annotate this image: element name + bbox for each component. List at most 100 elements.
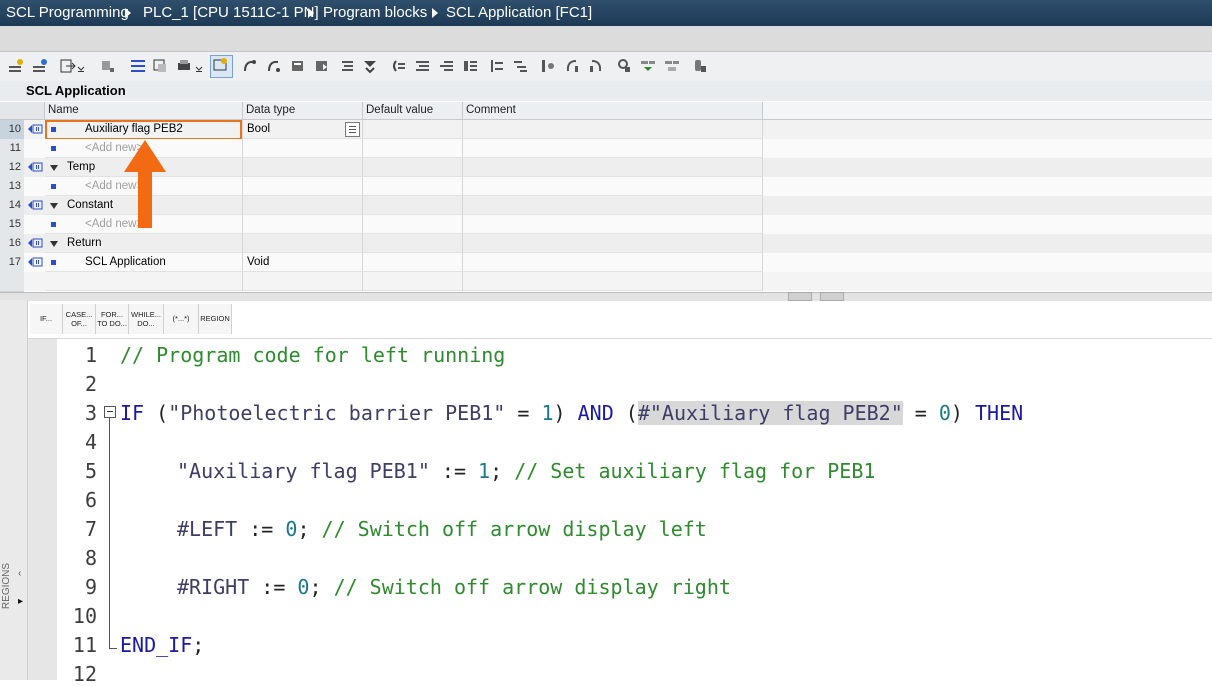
interface-table: Name Data type Default value Comment 10 … <box>0 102 1212 292</box>
default-value-cell[interactable] <box>363 234 463 253</box>
table-row[interactable]: 17 SCL Application Void <box>0 253 1212 273</box>
snippet-if-button[interactable]: IF... <box>30 304 63 334</box>
fold-collapse-icon[interactable] <box>104 406 116 418</box>
comment-cell[interactable] <box>463 177 763 196</box>
comment-out-icon[interactable] <box>390 58 406 74</box>
breadcrumb-item-program-blocks[interactable]: Program blocks <box>323 4 427 21</box>
scl-code-editor[interactable]: 1 2 3 4 5 6 7 8 9 10 11 12 // Program co… <box>57 339 1212 686</box>
table-row[interactable]: 15 <Add new> <box>0 215 1212 235</box>
default-value-cell[interactable] <box>363 253 463 272</box>
snippet-case-button[interactable]: CASE... OF... <box>63 304 96 334</box>
code-line-7: #LEFT := 0; // Switch off arrow display … <box>177 517 707 541</box>
row-number: 10 <box>0 120 24 140</box>
breadcrumb-item-block[interactable]: SCL Application [FC1] <box>446 4 592 21</box>
go-back-icon[interactable] <box>266 58 282 74</box>
table-row[interactable]: 13 <Add new> <box>0 177 1212 197</box>
breadcrumb-item-project[interactable]: SCL Programming <box>6 4 129 21</box>
export-icon[interactable] <box>60 58 76 74</box>
bookmark-icon[interactable] <box>290 58 306 74</box>
regions-label: REGIONS <box>1 562 12 610</box>
format-icon[interactable] <box>512 58 528 74</box>
uncomment-icon[interactable] <box>414 58 430 74</box>
decrease-indent-icon[interactable] <box>438 58 454 74</box>
column-header-data-type[interactable]: Data type <box>243 102 363 120</box>
name-cell[interactable]: Return <box>45 234 243 253</box>
regions-side-panel[interactable]: ‹ ▸ <box>0 300 28 680</box>
code-line-11: END_IF; <box>120 633 205 657</box>
default-value-cell[interactable] <box>363 139 463 158</box>
data-type-cell[interactable] <box>243 215 363 234</box>
bookmark-next-icon[interactable] <box>314 58 330 74</box>
printer-icon[interactable] <box>176 58 192 74</box>
dropdown-arrow-icon[interactable] <box>194 58 210 74</box>
line-number: 6 <box>84 488 97 512</box>
snippet-comment-button[interactable]: (*...*) <box>164 304 199 334</box>
comment-cell[interactable] <box>463 234 763 253</box>
data-type-cell[interactable] <box>243 177 363 196</box>
default-value-cell[interactable] <box>363 215 463 234</box>
splitter-up-icon[interactable] <box>788 292 812 304</box>
auto-indent-icon[interactable] <box>488 58 504 74</box>
watch-table-icon[interactable] <box>640 58 656 74</box>
step-forward-icon[interactable] <box>588 58 604 74</box>
data-type-cell[interactable] <box>243 139 363 158</box>
step-back-icon[interactable] <box>564 58 580 74</box>
chevron-right-icon <box>308 8 314 18</box>
default-value-cell[interactable] <box>363 196 463 215</box>
column-header-name[interactable]: Name <box>45 102 243 120</box>
monitoring-icon[interactable] <box>616 58 632 74</box>
indent-icon[interactable] <box>338 58 354 74</box>
list-view-icon[interactable] <box>130 58 146 74</box>
editor-toolbar <box>0 52 1212 82</box>
data-type-cell[interactable]: Void <box>243 253 363 272</box>
expand-left-icon[interactable]: ‹ <box>18 568 26 582</box>
line-number: 9 <box>84 575 97 599</box>
insert-row-icon[interactable] <box>8 58 24 74</box>
expand-right-icon[interactable]: ▸ <box>18 596 26 610</box>
column-header-default-value[interactable]: Default value <box>363 102 463 120</box>
data-type-cell[interactable] <box>243 158 363 177</box>
download-icon[interactable] <box>692 58 708 74</box>
compare-icon[interactable] <box>152 58 168 74</box>
data-type-cell[interactable] <box>243 196 363 215</box>
column-header-comment[interactable]: Comment <box>463 102 763 120</box>
table-row[interactable]: 11 <Add new> <box>0 139 1212 159</box>
data-type-cell[interactable]: Bool <box>243 120 363 139</box>
table-row[interactable]: 12 Temp <box>0 158 1212 178</box>
line-number: 12 <box>72 662 97 686</box>
absolute-access-toggle-icon[interactable] <box>210 55 233 78</box>
dropdown-arrow-icon[interactable] <box>76 58 92 74</box>
snippet-while-button[interactable]: WHILE... DO... <box>129 304 164 334</box>
table-row[interactable]: 14 Constant <box>0 196 1212 216</box>
data-type-picker-icon[interactable] <box>345 122 360 137</box>
breakpoint-icon[interactable] <box>540 58 556 74</box>
splitter-down-icon[interactable] <box>820 292 844 304</box>
code-line-9: #RIGHT := 0; // Switch off arrow display… <box>177 575 731 599</box>
add-row-icon[interactable] <box>32 58 48 74</box>
comment-cell[interactable] <box>463 139 763 158</box>
default-value-cell[interactable] <box>363 158 463 177</box>
increase-indent-icon[interactable] <box>462 58 478 74</box>
comment-cell[interactable] <box>463 215 763 234</box>
default-value-cell[interactable] <box>363 120 463 139</box>
breadcrumb-item-plc[interactable]: PLC_1 [CPU 1511C-1 PN] <box>143 4 319 21</box>
comment-cell[interactable] <box>463 253 763 272</box>
section-icon <box>28 162 43 172</box>
go-to-icon[interactable] <box>242 58 258 74</box>
snippet-for-button[interactable]: FOR... TO DO... <box>96 304 129 334</box>
collapse-all-icon[interactable] <box>362 58 378 74</box>
comment-cell[interactable] <box>463 196 763 215</box>
comment-cell[interactable] <box>463 158 763 177</box>
monitor-icon[interactable] <box>100 58 116 74</box>
editor-header-bar <box>0 26 1212 52</box>
section-name: Constant <box>67 199 114 211</box>
comment-cell[interactable] <box>463 120 763 139</box>
load-snapshot-icon[interactable] <box>664 58 680 74</box>
data-type-cell[interactable] <box>243 234 363 253</box>
line-number: 4 <box>84 430 97 454</box>
default-value-cell[interactable] <box>363 177 463 196</box>
table-row[interactable]: 16 Return <box>0 234 1212 254</box>
name-cell[interactable]: SCL Application <box>45 253 243 272</box>
section-icon <box>28 200 43 210</box>
snippet-region-button[interactable]: REGION <box>199 304 232 334</box>
